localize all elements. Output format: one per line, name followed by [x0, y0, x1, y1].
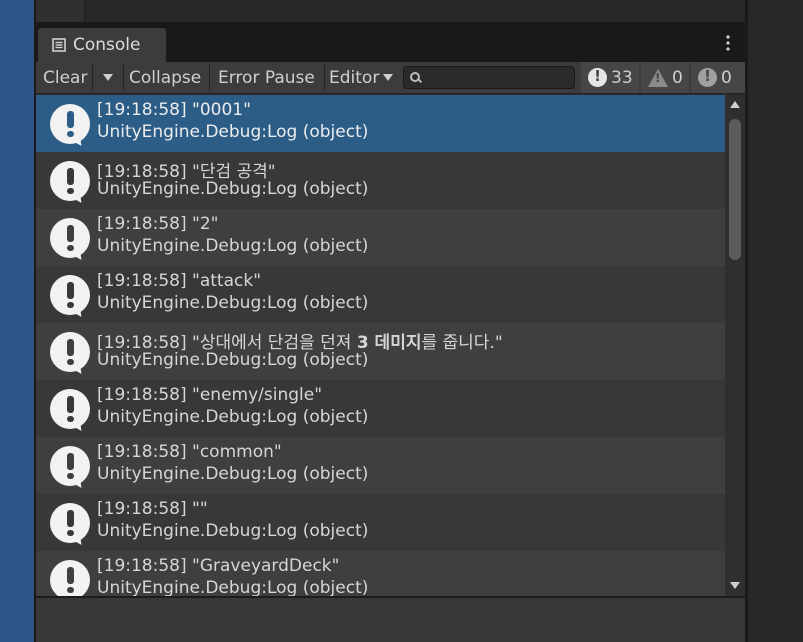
- error-icon: [698, 67, 717, 87]
- search-input[interactable]: [426, 68, 570, 88]
- chevron-down-icon: [103, 74, 113, 81]
- tab-bar: Console: [36, 25, 745, 62]
- log-row[interactable]: [19:18:58] "상대에서 단검을 던져 3 데미지를 줍니다." Uni…: [36, 323, 725, 380]
- console-toolbar: Clear Collapse Error Pause Editor 33 0 0: [36, 62, 745, 94]
- log-info-icon: [50, 389, 92, 431]
- log-info-icon: [50, 275, 92, 317]
- vertical-ellipsis-icon[interactable]: [725, 34, 731, 52]
- log-info-icon: [50, 503, 92, 545]
- clear-label: Clear: [43, 67, 88, 88]
- warning-count: 0: [672, 67, 683, 88]
- log-list: [19:18:58] "0001" UnityEngine.Debug:Log …: [36, 95, 725, 596]
- search-icon: [410, 72, 420, 82]
- log-filter-toggle[interactable]: 33: [581, 62, 639, 93]
- log-message: [19:18:58] "enemy/single": [97, 385, 323, 405]
- log-row[interactable]: [19:18:58] "common" UnityEngine.Debug:Lo…: [36, 437, 725, 494]
- log-stacktrace: UnityEngine.Debug:Log (object): [97, 122, 369, 142]
- log-info-icon: [50, 161, 92, 203]
- log-info-icon: [50, 446, 92, 488]
- scrollbar-thumb[interactable]: [729, 119, 741, 260]
- log-row[interactable]: [19:18:58] "" UnityEngine.Debug:Log (obj…: [36, 494, 725, 551]
- log-stacktrace: UnityEngine.Debug:Log (object): [97, 578, 369, 596]
- toolbar-separator: [209, 64, 210, 91]
- right-border: [745, 0, 748, 642]
- error-pause-label: Error Pause: [218, 67, 315, 88]
- log-info-icon: [50, 332, 92, 374]
- log-row[interactable]: [19:18:58] "attack" UnityEngine.Debug:Lo…: [36, 266, 725, 323]
- collapse-toggle[interactable]: Collapse: [124, 62, 208, 93]
- log-row[interactable]: [19:18:58] "0001" UnityEngine.Debug:Log …: [36, 95, 725, 152]
- log-count: 33: [611, 67, 633, 88]
- log-stacktrace: UnityEngine.Debug:Log (object): [97, 236, 369, 256]
- left-panel-strip: [0, 0, 34, 642]
- console-icon: [52, 38, 66, 52]
- log-row[interactable]: [19:18:58] "GraveyardDeck" UnityEngine.D…: [36, 551, 725, 596]
- editor-dropdown[interactable]: Editor: [325, 62, 397, 93]
- error-count: 0: [721, 67, 732, 88]
- scroll-up-arrow-icon[interactable]: [730, 101, 740, 108]
- collapse-label: Collapse: [129, 67, 202, 88]
- clear-button[interactable]: Clear: [36, 62, 92, 93]
- tab-console[interactable]: Console: [38, 28, 166, 62]
- log-message: [19:18:58] "0001": [97, 100, 251, 120]
- log-stacktrace: UnityEngine.Debug:Log (object): [97, 521, 369, 541]
- upper-panel-block: [36, 0, 85, 22]
- log-stacktrace: UnityEngine.Debug:Log (object): [97, 464, 369, 484]
- right-panel-strip: [745, 0, 803, 642]
- warning-filter-toggle[interactable]: 0: [641, 62, 689, 93]
- log-detail-pane: [36, 598, 745, 642]
- log-message-text: 를 줍니다.": [421, 333, 503, 353]
- log-row[interactable]: [19:18:58] "단검 공격" UnityEngine.Debug:Log…: [36, 152, 725, 209]
- log-message: [19:18:58] "": [97, 499, 208, 519]
- chevron-down-icon: [383, 74, 394, 81]
- log-row[interactable]: [19:18:58] "enemy/single" UnityEngine.De…: [36, 380, 725, 437]
- error-pause-toggle[interactable]: Error Pause: [211, 62, 324, 93]
- log-stacktrace: UnityEngine.Debug:Log (object): [97, 407, 369, 427]
- log-message: [19:18:58] "common": [97, 442, 282, 462]
- error-filter-toggle[interactable]: 0: [691, 62, 745, 93]
- log-row[interactable]: [19:18:58] "2" UnityEngine.Debug:Log (ob…: [36, 209, 725, 266]
- log-stacktrace: UnityEngine.Debug:Log (object): [97, 350, 369, 370]
- log-info-icon: [50, 560, 92, 596]
- editor-label: Editor: [329, 67, 380, 88]
- log-stacktrace: UnityEngine.Debug:Log (object): [97, 179, 369, 199]
- vertical-scrollbar[interactable]: [725, 95, 745, 596]
- scroll-down-arrow-icon[interactable]: [730, 582, 740, 589]
- warning-icon: [648, 68, 668, 87]
- log-info-icon: [50, 218, 92, 260]
- search-field[interactable]: [403, 66, 575, 89]
- log-stacktrace: UnityEngine.Debug:Log (object): [97, 293, 369, 313]
- log-message: [19:18:58] "GraveyardDeck": [97, 556, 340, 576]
- log-info-icon: [50, 104, 92, 146]
- log-message: [19:18:58] "2": [97, 214, 219, 234]
- log-message: [19:18:58] "attack": [97, 271, 262, 291]
- info-icon: [588, 67, 607, 87]
- clear-options-dropdown[interactable]: [93, 62, 123, 93]
- tab-console-label: Console: [73, 35, 141, 55]
